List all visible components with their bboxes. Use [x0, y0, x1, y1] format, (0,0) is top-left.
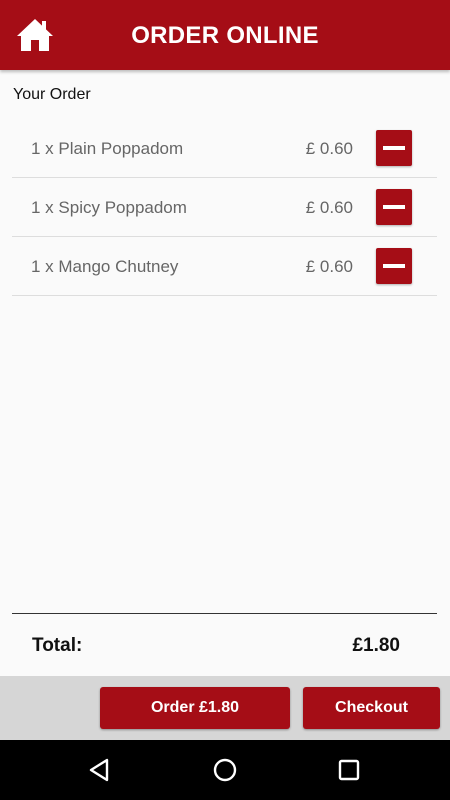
app-bar: ORDER ONLINE — [0, 0, 450, 70]
order-button[interactable]: Order £1.80 — [100, 687, 290, 729]
remove-item-button[interactable] — [376, 248, 412, 284]
page-title: ORDER ONLINE — [131, 22, 319, 49]
nav-home-button[interactable] — [212, 757, 238, 783]
back-triangle-icon — [89, 758, 109, 782]
checkout-button[interactable]: Checkout — [303, 687, 440, 729]
home-circle-icon — [213, 758, 237, 782]
order-item-label: 1 x Plain Poppadom — [31, 139, 184, 158]
order-item-price: £ 0.60 — [305, 257, 353, 276]
action-bar: Order £1.80 Checkout — [0, 676, 450, 740]
order-item-price: £ 0.60 — [305, 198, 353, 217]
order-item-row: 1 x Plain Poppadom £ 0.60 — [12, 119, 437, 178]
total-divider — [12, 613, 437, 614]
total-value: £1.80 — [352, 635, 400, 656]
order-item-row: 1 x Mango Chutney £ 0.60 — [12, 237, 437, 296]
minus-icon — [383, 205, 405, 209]
remove-item-button[interactable] — [376, 130, 412, 166]
minus-icon — [383, 146, 405, 150]
total-label: Total: — [32, 635, 83, 656]
remove-item-button[interactable] — [376, 189, 412, 225]
your-order-heading: Your Order — [13, 86, 91, 103]
system-nav-bar — [0, 740, 450, 800]
order-list: 1 x Plain Poppadom £ 0.60 1 x Spicy Popp… — [12, 119, 437, 296]
nav-back-button[interactable] — [87, 757, 113, 783]
order-item-label: 1 x Mango Chutney — [31, 257, 179, 276]
minus-icon — [383, 264, 405, 268]
nav-recent-apps-button[interactable] — [336, 757, 362, 783]
recent-apps-square-icon — [338, 759, 360, 781]
order-item-row: 1 x Spicy Poppadom £ 0.60 — [12, 178, 437, 237]
order-item-label: 1 x Spicy Poppadom — [31, 198, 187, 217]
order-item-price: £ 0.60 — [305, 139, 353, 158]
